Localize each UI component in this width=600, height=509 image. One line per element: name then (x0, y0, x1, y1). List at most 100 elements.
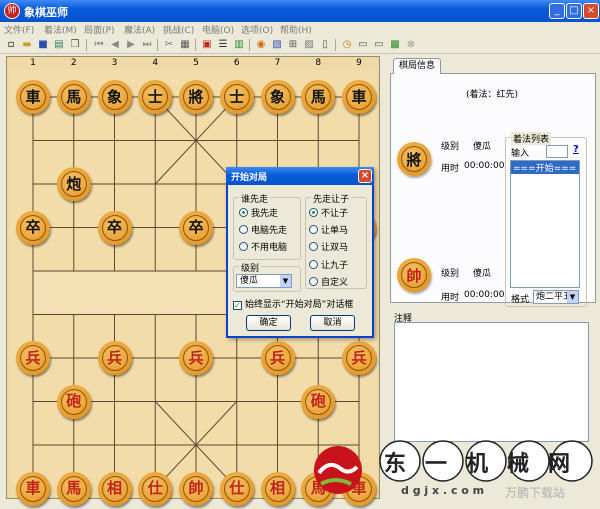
app-icon: 帅 (4, 3, 20, 19)
black-piece[interactable]: 卒 (97, 210, 132, 245)
radio-dot (309, 277, 318, 286)
cancel-button[interactable]: 取消 (310, 315, 355, 331)
clock-icon[interactable]: ⊞ (286, 38, 300, 52)
level-select[interactable]: 傻瓜 ▼ (236, 274, 292, 288)
black-piece[interactable]: 象 (260, 80, 295, 114)
report-icon[interactable]: ▯ (318, 38, 332, 52)
black-piece[interactable]: 卒 (179, 210, 213, 245)
radio-no-handicap[interactable]: 不让子 (309, 206, 348, 219)
new-icon[interactable]: ▫ (4, 38, 18, 52)
format-select[interactable]: 炮二平五 ▼ (533, 290, 579, 304)
list-item[interactable]: ===开始=== (511, 161, 579, 174)
moves-icon[interactable]: ☰ (216, 38, 230, 52)
menu-file[interactable]: 文件(F) (4, 23, 34, 36)
piece-glyph: 車 (346, 84, 372, 110)
black-piece[interactable]: 馬 (56, 80, 91, 114)
black-piece[interactable]: 車 (342, 80, 376, 114)
red-piece[interactable]: 仕 (138, 471, 173, 506)
red-piece[interactable]: 帥 (179, 471, 213, 506)
red-piece[interactable]: 車 (16, 471, 50, 506)
red-piece[interactable]: 仕 (219, 471, 254, 506)
radio-nine-pieces[interactable]: 让九子 (309, 258, 348, 271)
red-piece[interactable]: 兵 (260, 341, 295, 375)
piece-glyph: 象 (101, 84, 128, 110)
red-piece[interactable]: 馬 (56, 471, 91, 506)
black-piece[interactable]: 馬 (301, 80, 336, 114)
radio-one-horse[interactable]: 让单马 (309, 223, 348, 236)
radio-two-horses[interactable]: 让双马 (309, 240, 348, 253)
red-piece[interactable]: 兵 (342, 341, 376, 375)
radio-dot (239, 225, 248, 234)
printer-icon[interactable]: ▭ (356, 38, 370, 52)
settings-icon[interactable]: ▨ (302, 38, 316, 52)
save-icon[interactable]: ■ (36, 38, 50, 52)
radio-player-first[interactable]: 我先走 (239, 206, 278, 219)
radio-no-computer[interactable]: 不用电脑 (239, 240, 287, 253)
menu-position[interactable]: 局面(P) (84, 23, 114, 36)
black-piece[interactable]: 車 (16, 80, 50, 114)
alarm-icon[interactable]: ◷ (340, 38, 354, 52)
menu-help[interactable]: 帮助(H) (280, 23, 312, 36)
always-show-checkbox[interactable]: ✓ 始终显示“开始对局”对话框 (233, 297, 353, 310)
move-list[interactable]: ===开始=== (510, 160, 580, 288)
ok-button[interactable]: 确定 (246, 315, 291, 331)
format-label: 格式 (511, 295, 530, 305)
menu-computer[interactable]: 电脑(O) (202, 23, 234, 36)
copy-icon[interactable]: ❐ (68, 38, 82, 52)
notes-textarea[interactable] (394, 322, 589, 442)
red-piece[interactable]: 相 (97, 471, 132, 506)
next-icon[interactable]: ▶ (124, 38, 138, 52)
last-icon[interactable]: ⏭ (140, 38, 154, 52)
menu-magic[interactable]: 魔法(A) (124, 23, 155, 36)
color-icon[interactable]: ◉ (254, 38, 268, 52)
monitor-icon[interactable]: ▭ (372, 38, 386, 52)
red-piece[interactable]: 兵 (97, 341, 132, 375)
cut-icon[interactable]: ✂ (162, 38, 176, 52)
radio-custom[interactable]: 自定义 (309, 275, 348, 288)
checkbox-label: 始终显示“开始对局”对话框 (245, 300, 354, 310)
red-piece[interactable]: 相 (260, 471, 295, 506)
maximize-button[interactable]: □ (566, 3, 582, 19)
radio-computer-first[interactable]: 电脑先走 (239, 223, 287, 236)
file-number: 7 (274, 58, 281, 68)
black-piece[interactable]: 士 (138, 80, 173, 114)
red-piece[interactable]: 砲 (56, 384, 91, 419)
red-piece[interactable]: 兵 (16, 341, 50, 375)
minimize-button[interactable]: _ (549, 3, 565, 19)
black-piece[interactable]: 炮 (56, 167, 91, 201)
movelist-title: 着法列表 (511, 132, 552, 145)
red-piece[interactable]: 兵 (179, 341, 213, 375)
picture-icon[interactable]: ▩ (388, 38, 402, 52)
menu-options[interactable]: 选项(O) (241, 23, 273, 36)
file-number: 9 (356, 58, 362, 68)
open-icon[interactable]: ▬ (20, 38, 34, 52)
red-piece[interactable]: 砲 (301, 384, 336, 419)
help-link[interactable]: ? (573, 144, 579, 155)
engine-icon[interactable]: ▥ (232, 38, 246, 52)
tab-game-info[interactable]: 棋局信息 (393, 58, 441, 74)
close-button[interactable]: × (583, 3, 599, 19)
first-icon[interactable]: ⏮ (92, 38, 106, 52)
board-icon[interactable]: ▣ (200, 38, 214, 52)
dialog-title: 开始对局 (231, 173, 268, 183)
stop-icon[interactable]: ⊗ (404, 38, 418, 52)
dialog-close-button[interactable]: × (358, 169, 372, 183)
prev-icon[interactable]: ◀ (108, 38, 122, 52)
chevron-down-icon: ▼ (280, 275, 291, 287)
black-piece[interactable]: 將 (179, 80, 213, 114)
piece-glyph: 馬 (60, 475, 87, 502)
print-icon[interactable]: ▤ (52, 38, 66, 52)
radio-dot (239, 208, 248, 217)
black-piece[interactable]: 卒 (16, 210, 50, 245)
piece-glyph: 卒 (20, 214, 46, 241)
chevron-down-icon: ▼ (567, 291, 578, 303)
move-input[interactable] (546, 145, 568, 158)
menu-moves[interactable]: 着法(M) (44, 23, 77, 36)
book-icon[interactable]: ▧ (270, 38, 284, 52)
toolbar: ▫ ▬ ■ ▤ ❐ ⏮ ◀ ▶ ⏭ ✂ ▦ ▣ ☰ ▥ ◉ ▧ ⊞ ▨ ▯ ◷ … (0, 36, 600, 54)
menu-challenge[interactable]: 挑战(C) (163, 23, 194, 36)
black-piece[interactable]: 士 (219, 80, 254, 114)
black-piece[interactable]: 象 (97, 80, 132, 114)
red-player-avatar: 帥 (397, 258, 431, 292)
paste-icon[interactable]: ▦ (178, 38, 192, 52)
